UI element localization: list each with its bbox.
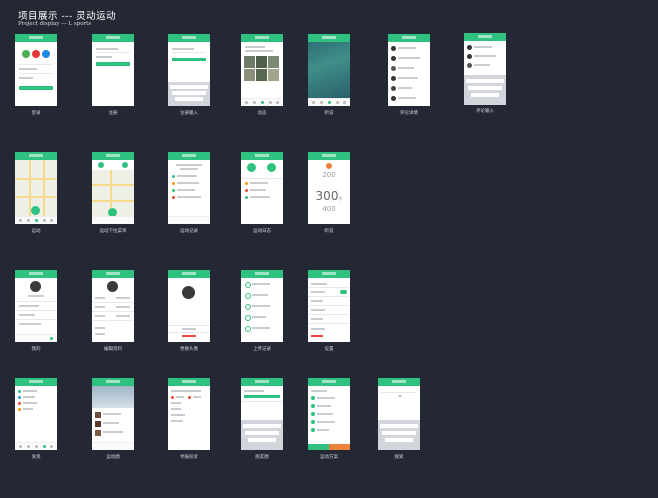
login-button[interactable] [19, 86, 53, 90]
screen-dynamic[interactable] [241, 34, 283, 106]
caption-sports-record: 运动记录 [180, 229, 198, 234]
keyboard[interactable] [378, 420, 420, 450]
caption-mine: 我的 [31, 347, 41, 352]
picker-top-value: 200 [322, 171, 336, 179]
caption-numbers: 听说 [324, 229, 334, 234]
picker-unit: 步 [338, 196, 343, 201]
screen-detail[interactable] [308, 34, 350, 106]
register-button[interactable] [96, 62, 130, 66]
toggle-switch[interactable] [340, 290, 347, 294]
screen-mine[interactable] [15, 270, 57, 342]
start-button[interactable] [308, 444, 329, 450]
screen-sports-log[interactable] [241, 152, 283, 224]
page-subtitle: Project display --- L sports [18, 21, 92, 27]
plan-button[interactable] [329, 444, 350, 450]
screen-sports-plan[interactable] [308, 378, 350, 450]
screen-comment-input[interactable] [464, 33, 506, 105]
caption-sports-plan: 运动方案 [320, 455, 338, 460]
avatar[interactable] [30, 281, 41, 292]
screen-login[interactable] [15, 34, 57, 106]
picker-middle-value: 300 [315, 189, 339, 203]
caption-sports-select: 运动下拉菜单 [99, 229, 127, 234]
keyboard[interactable] [464, 75, 506, 105]
screen-friends[interactable] [241, 378, 283, 450]
caption-search: 搜索 [394, 455, 404, 460]
caption-register: 注册 [108, 111, 118, 116]
screen-sports-circle[interactable] [92, 378, 134, 450]
fire-icon [326, 163, 332, 169]
caption-sports: 运动 [31, 229, 41, 234]
screen-settings[interactable] [308, 270, 350, 342]
caption-feedback: 举报投诉 [180, 455, 198, 460]
screen-sports[interactable] [15, 152, 57, 224]
caption-settings: 设置 [324, 347, 334, 352]
screen-change-avatar[interactable] [168, 270, 210, 342]
caption-change-avatar: 更换头像 [180, 347, 198, 352]
avatar[interactable] [182, 286, 195, 299]
avatar[interactable] [107, 281, 118, 292]
page-title: 项目展示 --- 灵动运动 [18, 11, 117, 22]
caption-login: 登录 [31, 111, 41, 116]
caption-detail: 听说 [324, 111, 334, 116]
caption-friends: 朋友圈 [255, 455, 269, 460]
caption-edit-profile: 编辑资料 [104, 347, 122, 352]
picker-bottom-value: 400 [322, 205, 336, 213]
qq-icon [32, 50, 40, 58]
screen-comment-detail[interactable] [388, 34, 430, 106]
screen-edit-profile[interactable] [92, 270, 134, 342]
screen-search[interactable] [378, 378, 420, 450]
screen-numbers[interactable]: 200 300步 400 [308, 152, 350, 224]
keyboard[interactable] [241, 420, 283, 450]
caption-dynamic: 动态 [257, 111, 267, 116]
caption-discover: 发现 [31, 455, 41, 460]
screen-upload-records[interactable] [241, 270, 283, 342]
screen-sports-record[interactable] [168, 152, 210, 224]
caption-comment-detail: 评论详情 [400, 111, 418, 116]
caption-sports-circle: 运动圈 [106, 455, 120, 460]
wechat-icon [22, 50, 30, 58]
keyboard[interactable] [168, 82, 210, 106]
caption-upload-records: 上传记录 [253, 347, 271, 352]
screen-register[interactable] [92, 34, 134, 106]
screen-phone-input[interactable] [168, 34, 210, 106]
caption-comment-input: 评论输入 [476, 109, 494, 114]
screen-sports-select[interactable] [92, 152, 134, 224]
caption-phone-input: 注册输入 [180, 111, 198, 116]
screen-feedback[interactable] [168, 378, 210, 450]
picker-middle[interactable]: 300步 [308, 185, 350, 204]
caption-sports-log: 运动日志 [253, 229, 271, 234]
screen-discover[interactable] [15, 378, 57, 450]
weibo-icon [42, 50, 50, 58]
